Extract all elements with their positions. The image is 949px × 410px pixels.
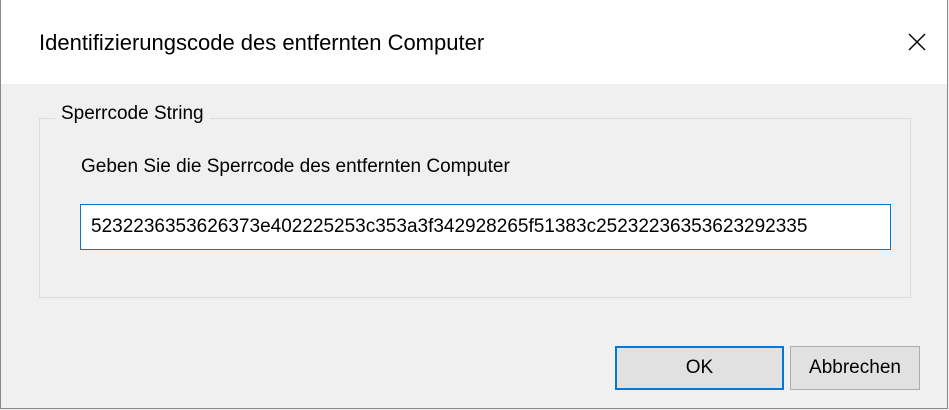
close-icon (907, 32, 927, 52)
code-prompt-label: Geben Sie die Sperrcode des entfernten C… (81, 156, 510, 177)
dialog-title: Identifizierungscode des entfernten Comp… (39, 30, 485, 55)
cancel-button[interactable]: Abbrechen (790, 346, 920, 390)
groupbox-legend: Sperrcode String (55, 103, 210, 125)
close-button[interactable] (887, 0, 947, 84)
lock-code-input[interactable] (80, 204, 891, 250)
ok-button[interactable]: OK (615, 346, 784, 390)
title-bar: Identifizierungscode des entfernten Comp… (1, 0, 947, 84)
dialog-window: Identifizierungscode des entfernten Comp… (0, 0, 948, 409)
